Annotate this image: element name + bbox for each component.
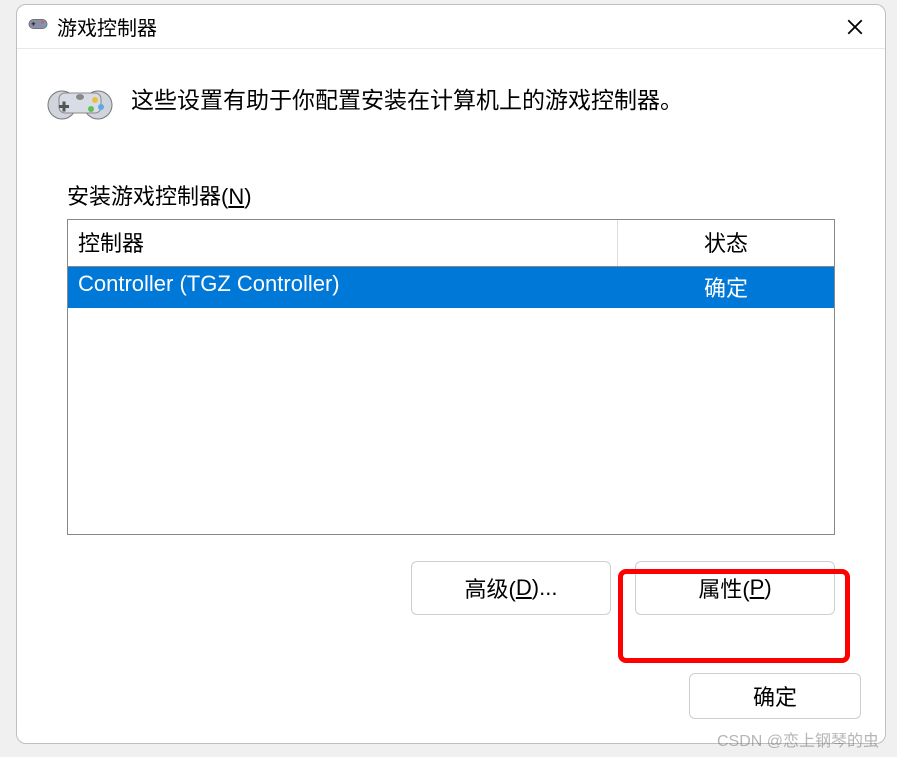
header-row: 这些设置有助于你配置安装在计算机上的游戏控制器。 (47, 75, 855, 125)
advanced-button[interactable]: 高级(D)... (411, 561, 611, 615)
game-controller-icon (27, 16, 49, 38)
game-controllers-dialog: 游戏控制器 这些设 (16, 4, 886, 744)
dialog-title: 游戏控制器 (57, 12, 831, 41)
section-label: 安装游戏控制器(N) (67, 179, 855, 211)
column-header-status[interactable]: 状态 (618, 220, 834, 266)
dialog-content: 这些设置有助于你配置安装在计算机上的游戏控制器。 安装游戏控制器(N) 控制器 … (17, 49, 885, 669)
titlebar: 游戏控制器 (17, 5, 885, 49)
controllers-listbox[interactable]: 控制器 状态 Controller (TGZ Controller) 确定 (67, 219, 835, 535)
ok-button[interactable]: 确定 (689, 673, 861, 719)
cell-controller-status: 确定 (618, 267, 834, 308)
header-description: 这些设置有助于你配置安装在计算机上的游戏控制器。 (131, 84, 683, 116)
table-row[interactable]: Controller (TGZ Controller) 确定 (68, 267, 834, 308)
button-row: 高级(D)... 属性(P) (67, 561, 835, 615)
properties-button[interactable]: 属性(P) (635, 561, 835, 615)
column-header-controller[interactable]: 控制器 (68, 220, 618, 266)
dialog-footer: 确定 (17, 669, 885, 743)
list-header: 控制器 状态 (68, 220, 834, 267)
close-button[interactable] (831, 8, 879, 46)
game-controller-large-icon (47, 75, 113, 125)
cell-controller-name: Controller (TGZ Controller) (68, 267, 618, 308)
